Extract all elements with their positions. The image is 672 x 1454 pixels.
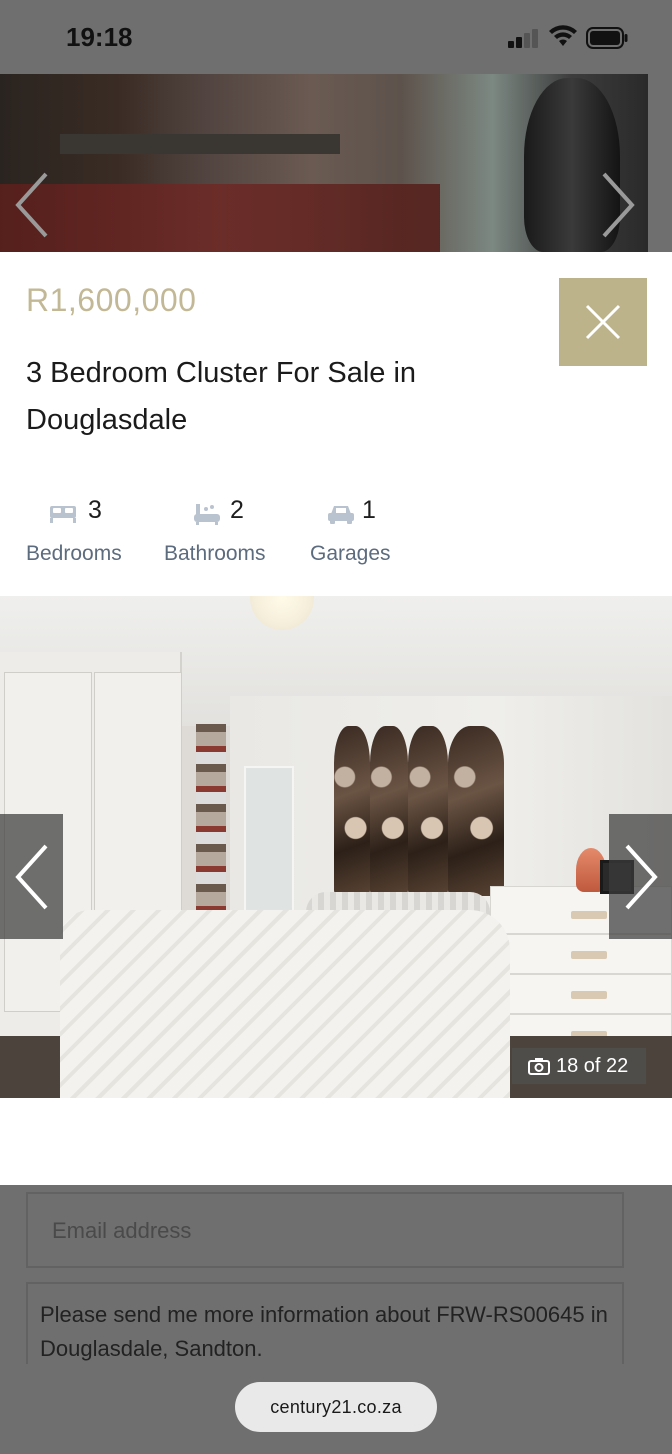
chevron-left-icon: [15, 844, 48, 910]
camera-icon: [528, 1058, 550, 1075]
gallery-next-button[interactable]: [609, 814, 672, 939]
listing-modal: R1,600,000 3 Bedroom Cluster For Sale in…: [0, 252, 672, 1185]
garages-label: Garages: [310, 542, 391, 565]
photo-shelf: [196, 724, 226, 914]
bedrooms-label: Bedrooms: [26, 542, 122, 565]
bedrooms-count: 3: [88, 496, 102, 524]
bathrooms-count: 2: [230, 496, 244, 524]
photo-counter-text: 18 of 22: [556, 1054, 629, 1077]
close-icon: [585, 304, 621, 340]
rug: [0, 184, 440, 252]
photo-doorway: [244, 766, 294, 916]
photo-gallery[interactable]: 18 of 22: [0, 596, 672, 1098]
garages-count: 1: [362, 496, 376, 524]
battery-icon: [586, 27, 628, 49]
photo-headboard: [334, 726, 370, 896]
enquiry-form: Email address Please send me more inform…: [0, 1184, 672, 1364]
photo-duvet: [60, 910, 510, 1098]
close-button[interactable]: [559, 278, 647, 366]
chevron-right-icon: [625, 844, 658, 910]
car-icon: [328, 506, 354, 524]
browser-url-bar[interactable]: century21.co.za: [235, 1382, 437, 1432]
email-placeholder: Email address: [52, 1218, 192, 1243]
cellular-signal-icon: [508, 28, 540, 48]
wifi-icon: [549, 25, 577, 46]
status-bar: 19:18: [0, 0, 672, 74]
listing-price: R1,600,000: [26, 282, 197, 318]
bed-icon: [50, 506, 76, 523]
listing-title: 3 Bedroom Cluster For Sale in Douglasdal…: [26, 357, 417, 436]
background-next-arrow-icon: [602, 172, 635, 238]
background-prev-arrow-icon: [15, 172, 48, 238]
status-time: 19:18: [66, 22, 133, 52]
background-listing-photo: [0, 74, 648, 252]
photo-counter: 18 of 22: [512, 1048, 646, 1084]
message-field[interactable]: Please send me more information about FR…: [26, 1282, 624, 1364]
bath-icon: [194, 504, 220, 525]
gallery-prev-button[interactable]: [0, 814, 63, 939]
bathrooms-label: Bathrooms: [164, 542, 266, 565]
table: [60, 134, 340, 154]
email-field[interactable]: Email address: [26, 1192, 624, 1268]
